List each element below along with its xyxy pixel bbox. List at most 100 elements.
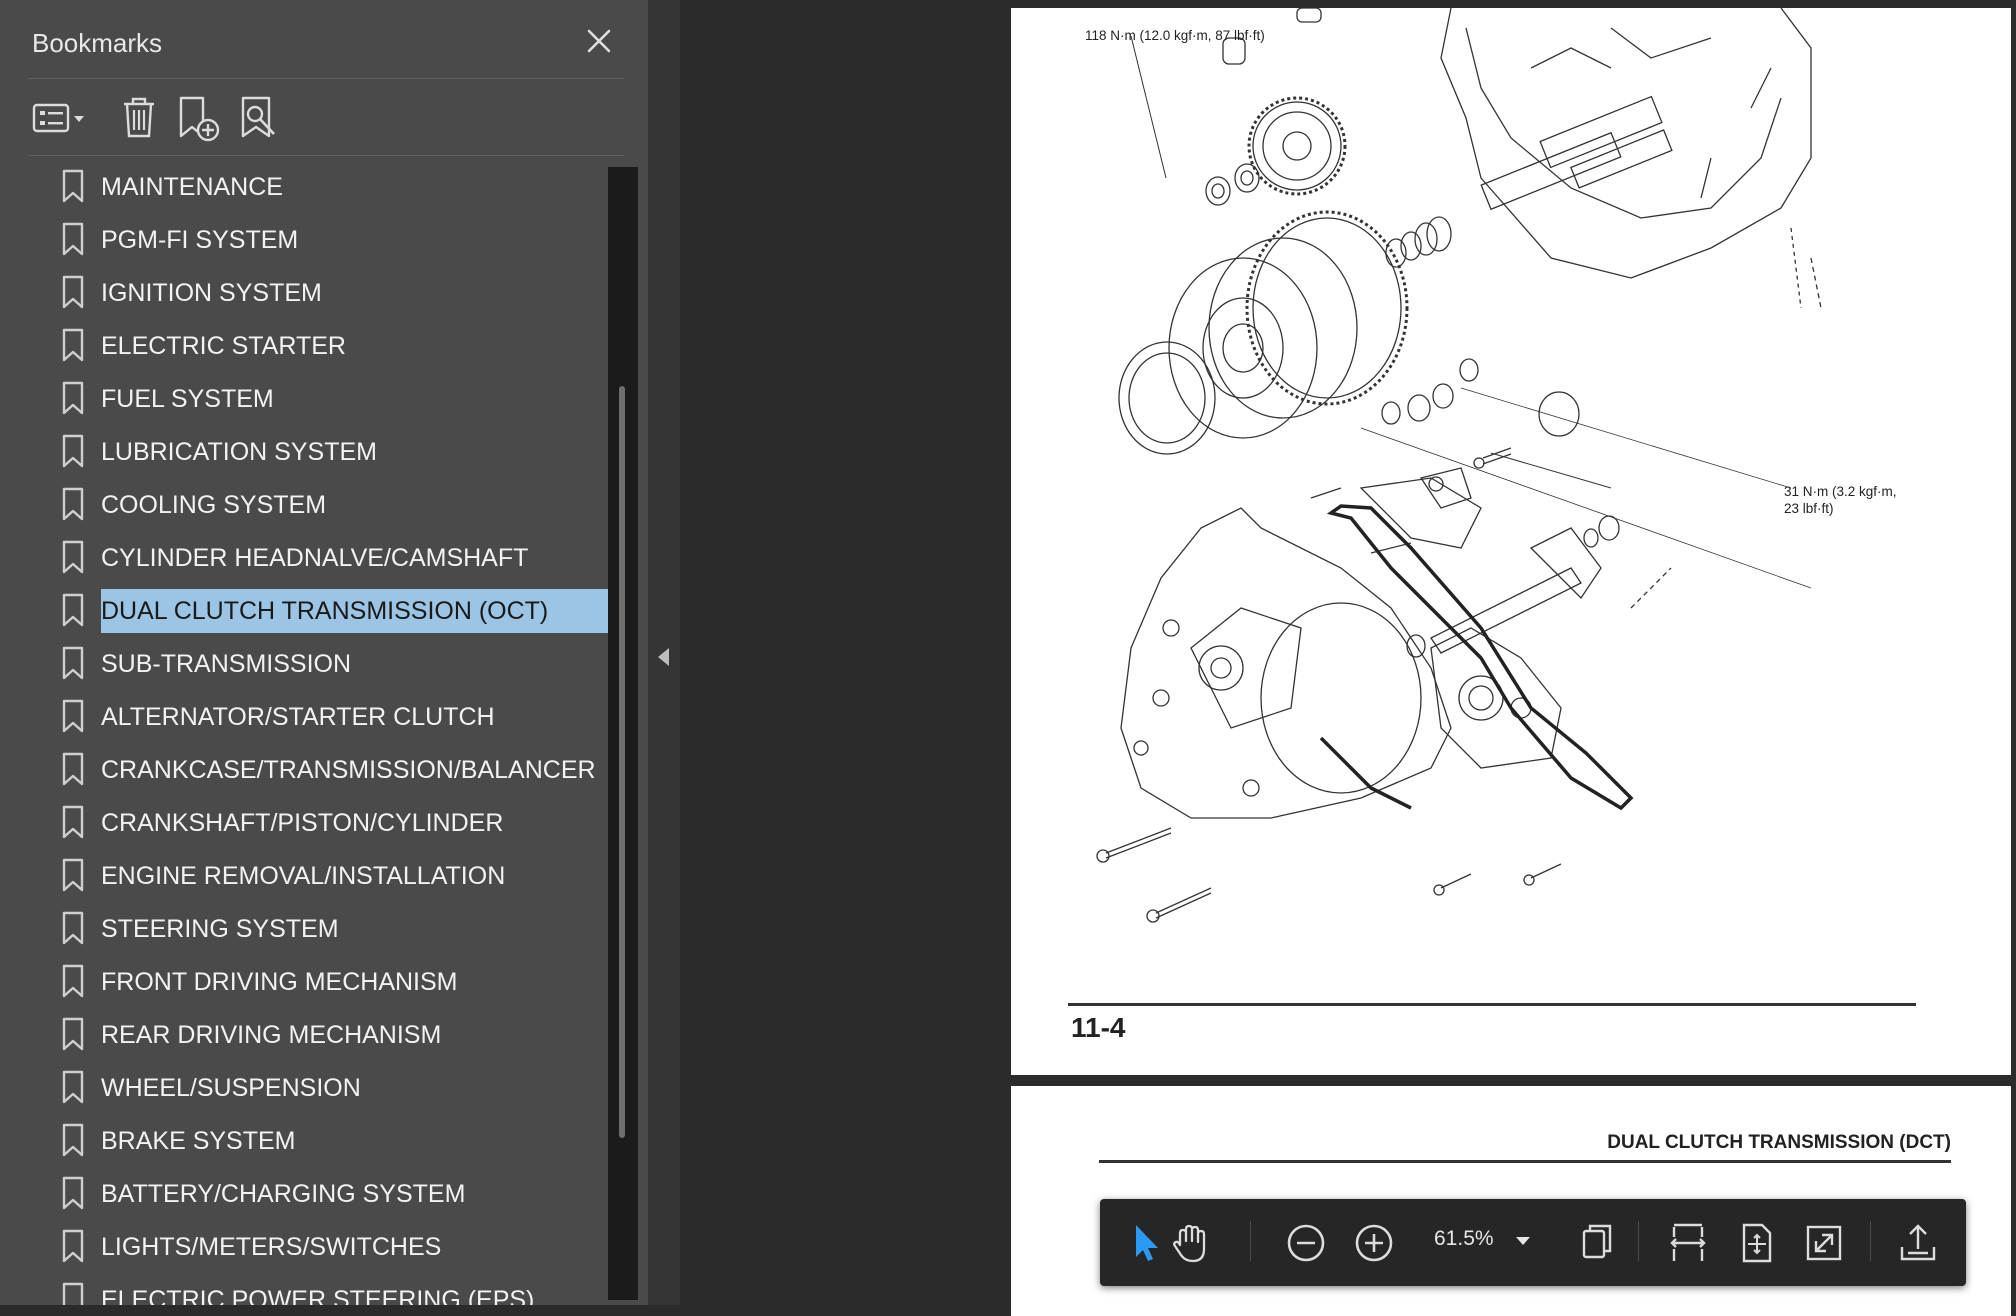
exploded-diagram [1096, 8, 1822, 923]
bookmark-icon [58, 487, 88, 521]
torque-label: 31 N·m (3.2 kgf·m, [1784, 484, 1897, 499]
torque-label: 23 lbf·ft) [1784, 501, 1834, 516]
bookmark-label: FUEL SYSTEM [101, 385, 274, 413]
bookmark-list: MAINTENANCE PGM-FI SYSTEM IGNITION SYSTEM E… [0, 160, 620, 1305]
bookmark-item[interactable]: CRANKSHAFT/PISTON/CYLINDER [0, 796, 608, 849]
divider [28, 78, 624, 79]
header-rule [1099, 1160, 1951, 1163]
share-icon[interactable] [1892, 1217, 1944, 1269]
fit-width-icon[interactable] [1662, 1217, 1714, 1269]
fullscreen-icon[interactable] [1798, 1217, 1850, 1269]
document-page: 118 N·m (12.0 kgf·m, 87 lbf·ft) 31 N·m (… [1011, 8, 2011, 1075]
bookmark-label: DUAL CLUTCH TRANSMISSION (OCT) [101, 589, 609, 633]
chevron-down-icon[interactable] [1516, 1237, 1530, 1245]
bookmark-icon [58, 540, 88, 574]
bookmark-label: FRONT DRIVING MECHANISM [101, 968, 458, 996]
bookmark-item[interactable]: MAINTENANCE [0, 160, 608, 213]
add-bookmark-icon[interactable] [176, 90, 224, 146]
bookmark-item[interactable]: REAR DRIVING MECHANISM [0, 1008, 608, 1061]
bookmark-icon [58, 911, 88, 945]
bookmark-label: WHEEL/SUSPENSION [101, 1074, 361, 1102]
bookmark-item[interactable]: LUBRICATION SYSTEM [0, 425, 608, 478]
bookmark-label: ELECTRIC STARTER [101, 332, 346, 360]
find-bookmark-icon[interactable] [238, 90, 282, 146]
bookmark-label: MAINTENANCE [101, 173, 283, 201]
select-cursor-icon[interactable] [1118, 1217, 1170, 1269]
list-options-icon[interactable] [32, 90, 90, 146]
bookmark-label: REAR DRIVING MECHANISM [101, 1021, 442, 1049]
toolbar-separator [1870, 1221, 1871, 1261]
bookmark-label: ELECTRIC POWER STEERING (EPS) [101, 1286, 535, 1305]
bookmark-item[interactable]: ELECTRIC POWER STEERING (EPS) [0, 1273, 608, 1305]
bookmark-icon [58, 275, 88, 309]
bookmark-label: LUBRICATION SYSTEM [101, 438, 377, 466]
document-viewer[interactable]: 118 N·m (12.0 kgf·m, 87 lbf·ft) 31 N·m (… [680, 0, 2016, 1316]
bookmark-icon [58, 1229, 88, 1263]
scrollbar-thumb[interactable] [619, 386, 625, 1138]
collapse-panel-button[interactable] [648, 0, 680, 1305]
close-icon[interactable] [582, 24, 616, 58]
bookmark-item[interactable]: STEERING SYSTEM [0, 902, 608, 955]
bookmark-icon [58, 434, 88, 468]
bookmark-label: CRANKCASE/TRANSMISSION/BALANCER [101, 756, 596, 784]
bookmark-icon [58, 964, 88, 998]
bookmark-item[interactable]: COOLING SYSTEM [0, 478, 608, 531]
page-number: 11-4 [1071, 1012, 1126, 1043]
bookmark-item[interactable]: ELECTRIC STARTER [0, 319, 608, 372]
chevron-left-icon [658, 648, 669, 666]
bookmark-item[interactable]: DUAL CLUTCH TRANSMISSION (OCT) [0, 584, 609, 637]
bookmark-item[interactable]: ALTERNATOR/STARTER CLUTCH [0, 690, 608, 743]
bookmark-item[interactable]: FRONT DRIVING MECHANISM [0, 955, 608, 1008]
bookmark-label: IGNITION SYSTEM [101, 279, 322, 307]
bookmark-icon [58, 646, 88, 680]
fit-page-icon[interactable] [1730, 1217, 1782, 1269]
bookmark-icon [58, 1282, 88, 1305]
bookmark-item[interactable]: WHEEL/SUSPENSION [0, 1061, 608, 1114]
bookmark-icon [58, 1017, 88, 1051]
bookmark-icon [58, 328, 88, 362]
section-header: DUAL CLUTCH TRANSMISSION (DCT) [1607, 1132, 1951, 1153]
bookmark-label: BRAKE SYSTEM [101, 1127, 296, 1155]
bookmark-icon [58, 858, 88, 892]
panel-title: Bookmarks [32, 28, 163, 58]
bookmark-item[interactable]: PGM-FI SYSTEM [0, 213, 608, 266]
bookmark-icon [58, 1070, 88, 1104]
hand-tool-icon[interactable] [1164, 1217, 1216, 1269]
bookmark-label: ALTERNATOR/STARTER CLUTCH [101, 703, 495, 731]
bookmark-icon [58, 381, 88, 415]
bookmark-icon [58, 752, 88, 786]
bookmark-item[interactable]: SUB-TRANSMISSION [0, 637, 608, 690]
bookmark-label: STEERING SYSTEM [101, 915, 339, 943]
bookmark-label: SUB-TRANSMISSION [101, 650, 352, 678]
zoom-out-icon[interactable] [1280, 1217, 1332, 1269]
bookmark-item[interactable]: LIGHTS/METERS/SWITCHES [0, 1220, 608, 1273]
page-view-icon[interactable] [1572, 1217, 1624, 1269]
bookmark-icon [58, 1176, 88, 1210]
floating-toolbar: 61.5% [1100, 1199, 1966, 1286]
bookmark-item[interactable]: FUEL SYSTEM [0, 372, 608, 425]
zoom-level[interactable]: 61.5% [1434, 1227, 1494, 1251]
bookmark-icon [58, 1123, 88, 1157]
bookmark-label: COOLING SYSTEM [101, 491, 327, 519]
bookmark-item[interactable]: BATTERY/CHARGING SYSTEM [0, 1167, 608, 1220]
bookmark-label: ENGINE REMOVAL/INSTALLATION [101, 862, 506, 890]
bookmark-item[interactable]: CYLINDER HEADNALVE/CAMSHAFT [0, 531, 608, 584]
bookmark-item[interactable]: CRANKCASE/TRANSMISSION/BALANCER [0, 743, 608, 796]
bookmark-item[interactable]: IGNITION SYSTEM [0, 266, 608, 319]
bookmark-icon [58, 805, 88, 839]
toolbar-separator [1250, 1221, 1251, 1261]
footer-rule [1068, 1003, 1916, 1006]
bookmark-icon [58, 222, 88, 256]
bookmark-label: BATTERY/CHARGING SYSTEM [101, 1180, 466, 1208]
bookmark-label: PGM-FI SYSTEM [101, 226, 299, 254]
bookmark-label: CRANKSHAFT/PISTON/CYLINDER [101, 809, 504, 837]
bookmark-label: CYLINDER HEADNALVE/CAMSHAFT [101, 544, 529, 572]
divider [28, 155, 624, 156]
bookmarks-panel: Bookmarks MAINTENANCE PGM-FI SYSTEM IGNI… [0, 0, 649, 1305]
zoom-in-icon[interactable] [1348, 1217, 1400, 1269]
bookmark-icon [58, 699, 88, 733]
bookmark-item[interactable]: ENGINE REMOVAL/INSTALLATION [0, 849, 608, 902]
bookmark-item[interactable]: BRAKE SYSTEM [0, 1114, 608, 1167]
trash-icon[interactable] [118, 90, 160, 146]
toolbar-separator [1638, 1221, 1639, 1261]
